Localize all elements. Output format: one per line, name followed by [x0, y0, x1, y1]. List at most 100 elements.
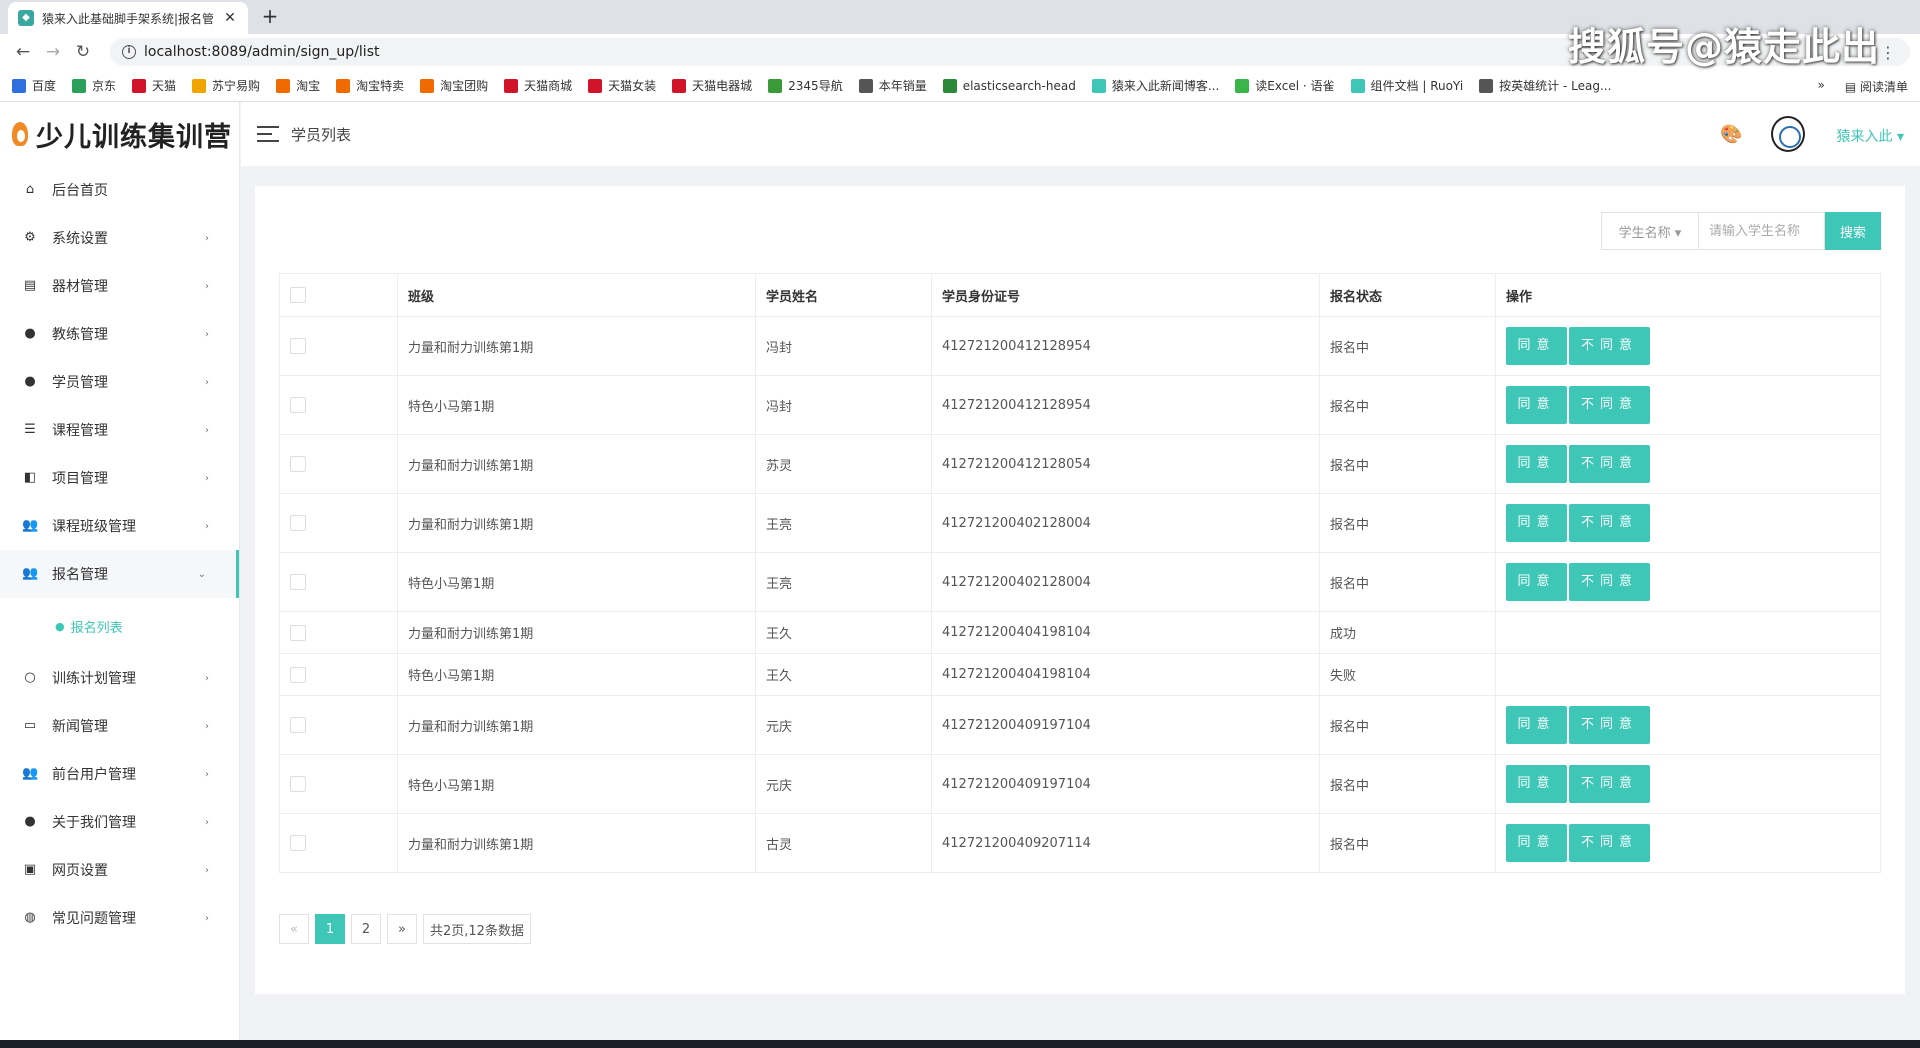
- bookmark-item[interactable]: 天猫商城: [504, 77, 572, 94]
- sidebar-item-label: 关于我们管理: [52, 815, 136, 831]
- menu-toggle-icon[interactable]: [257, 126, 279, 142]
- search-button[interactable]: 搜索: [1825, 212, 1881, 250]
- browser-menu-icon[interactable]: ⋮: [1880, 43, 1896, 62]
- reload-icon[interactable]: ↻: [68, 42, 98, 62]
- bookmark-item[interactable]: 淘宝团购: [420, 77, 488, 94]
- sidebar-item[interactable]: 👥 前台用户管理 ›: [0, 750, 239, 798]
- student-name-cell: 王久: [755, 653, 932, 696]
- select-all-checkbox[interactable]: [290, 287, 306, 303]
- site-info-icon[interactable]: i: [122, 45, 136, 59]
- agree-button[interactable]: 同意: [1506, 327, 1567, 365]
- sidebar-item[interactable]: ● 教练管理 ›: [0, 310, 239, 358]
- agree-button[interactable]: 同意: [1506, 386, 1567, 424]
- sidebar-item[interactable]: 👥 课程班级管理 ›: [0, 502, 239, 550]
- avatar[interactable]: [1771, 116, 1805, 152]
- disagree-button[interactable]: 不同意: [1569, 765, 1650, 803]
- row-checkbox[interactable]: [290, 666, 306, 683]
- actions-cell: 同意 不同意: [1495, 695, 1881, 755]
- agree-button[interactable]: 同意: [1506, 706, 1567, 744]
- close-tab-icon[interactable]: ✕: [222, 10, 238, 26]
- sidebar-item[interactable]: ◧ 项目管理 ›: [0, 454, 239, 502]
- student-name-cell: 冯封: [755, 375, 932, 435]
- bookmark-item[interactable]: 天猫电器城: [672, 77, 752, 94]
- row-checkbox[interactable]: [290, 515, 306, 531]
- logo-text: 少儿训练集训营: [36, 121, 232, 153]
- row-checkbox[interactable]: [290, 397, 306, 413]
- bookmark-item[interactable]: 组件文档 | RuoYi: [1350, 77, 1463, 94]
- actions-cell: [1495, 611, 1881, 654]
- status-cell: 报名中: [1319, 754, 1496, 814]
- bookmark-item[interactable]: 2345导航: [768, 77, 843, 94]
- sidebar-item[interactable]: ▭ 新闻管理 ›: [0, 702, 239, 750]
- disagree-button[interactable]: 不同意: [1569, 824, 1650, 862]
- page-number-button[interactable]: 2: [351, 914, 381, 944]
- column-header-class: 班级: [397, 273, 756, 317]
- reading-list-button[interactable]: ▤ 阅读清单: [1845, 78, 1908, 95]
- bookmark-label: 京东: [92, 79, 117, 93]
- back-icon[interactable]: ←: [8, 42, 38, 62]
- disagree-button[interactable]: 不同意: [1569, 706, 1650, 744]
- more-bookmarks-button[interactable]: »: [1817, 78, 1824, 95]
- submenu-item-signup-list[interactable]: ● 报名列表: [0, 598, 239, 654]
- user-menu[interactable]: 猿来入此 ▾: [1837, 126, 1904, 146]
- new-tab-button[interactable]: +: [258, 4, 282, 28]
- bookmark-item[interactable]: 苏宁易购: [192, 77, 260, 94]
- search-input[interactable]: [1699, 212, 1825, 250]
- prev-page-button[interactable]: «: [279, 914, 309, 944]
- disagree-button[interactable]: 不同意: [1569, 386, 1650, 424]
- status-cell: 成功: [1319, 611, 1496, 654]
- student-id-cell: 412721200412128954: [931, 316, 1320, 376]
- sidebar-item[interactable]: ● 关于我们管理 ›: [0, 798, 239, 846]
- sidebar-menu: ⌂ 后台首页 ⚙ 系统设置 › ▤ 器材管理 › ● 教练管理 › ● 学员管理 › ☰ 课程管理 › ◧ 项目管理…: [0, 166, 239, 942]
- row-checkbox[interactable]: [290, 776, 306, 792]
- sidebar-item[interactable]: ⌂ 后台首页: [0, 166, 239, 214]
- disagree-button[interactable]: 不同意: [1569, 327, 1650, 365]
- row-checkbox[interactable]: [290, 717, 306, 733]
- sidebar-item[interactable]: ☰ 课程管理 ›: [0, 406, 239, 454]
- bookmark-item[interactable]: 百度: [12, 77, 56, 94]
- bookmark-item[interactable]: 天猫女装: [588, 77, 656, 94]
- row-checkbox[interactable]: [290, 456, 306, 472]
- sidebar-item[interactable]: ○ 训练计划管理 ›: [0, 654, 239, 702]
- bookmark-item[interactable]: 淘宝特卖: [336, 77, 404, 94]
- row-checkbox[interactable]: [290, 338, 306, 354]
- submenu-item-label: 报名列表: [70, 620, 123, 636]
- row-checkbox[interactable]: [290, 574, 306, 590]
- sidebar-item[interactable]: ◍ 常见问题管理 ›: [0, 894, 239, 942]
- agree-button[interactable]: 同意: [1506, 563, 1567, 601]
- bookmark-item[interactable]: 读Excel · 语雀: [1235, 77, 1335, 94]
- sidebar-item[interactable]: ● 学员管理 ›: [0, 358, 239, 406]
- row-select-cell: [279, 552, 398, 612]
- class-cell: 特色小马第1期: [397, 552, 756, 612]
- row-checkbox[interactable]: [290, 835, 306, 851]
- bookmark-item[interactable]: elasticsearch-head: [942, 78, 1076, 93]
- bookmark-item[interactable]: 猿来入此新闻博客...: [1091, 77, 1219, 94]
- bookmark-item[interactable]: 京东: [72, 77, 116, 94]
- sidebar-item[interactable]: 👥 报名管理 ⌄: [0, 550, 239, 598]
- bookmark-item[interactable]: 本年销量: [858, 77, 927, 94]
- disagree-button[interactable]: 不同意: [1569, 445, 1650, 483]
- agree-button[interactable]: 同意: [1506, 504, 1567, 542]
- sidebar-item[interactable]: ▣ 网页设置 ›: [0, 846, 239, 894]
- palette-icon[interactable]: 🎨: [1720, 124, 1742, 145]
- bookmark-item[interactable]: 天猫: [132, 77, 176, 94]
- bookmark-item[interactable]: 淘宝: [276, 77, 320, 94]
- bookmark-label: 苏宁易购: [212, 79, 261, 93]
- agree-button[interactable]: 同意: [1506, 824, 1567, 862]
- disagree-button[interactable]: 不同意: [1569, 504, 1650, 542]
- disagree-button[interactable]: 不同意: [1569, 563, 1650, 601]
- sidebar-item[interactable]: ▤ 器材管理 ›: [0, 262, 239, 310]
- page-number-button[interactable]: 1: [315, 914, 345, 944]
- class-cell: 力量和耐力训练第1期: [397, 434, 756, 494]
- logo[interactable]: 少儿训练集训营: [0, 102, 239, 166]
- sidebar-item[interactable]: ⚙ 系统设置 ›: [0, 214, 239, 262]
- agree-button[interactable]: 同意: [1506, 765, 1567, 803]
- next-page-button[interactable]: »: [387, 914, 417, 944]
- row-checkbox[interactable]: [290, 624, 306, 641]
- bookmark-item[interactable]: 按英雄统计 - Leag...: [1479, 77, 1611, 94]
- status-cell: 失败: [1319, 653, 1496, 696]
- agree-button[interactable]: 同意: [1506, 445, 1567, 483]
- search-field-select[interactable]: 学生名称 ▾: [1601, 212, 1699, 250]
- browser-tab[interactable]: ◆ 猿来入此基础脚手架系统|报名管理 ✕: [8, 2, 248, 34]
- forward-icon[interactable]: →: [38, 42, 68, 62]
